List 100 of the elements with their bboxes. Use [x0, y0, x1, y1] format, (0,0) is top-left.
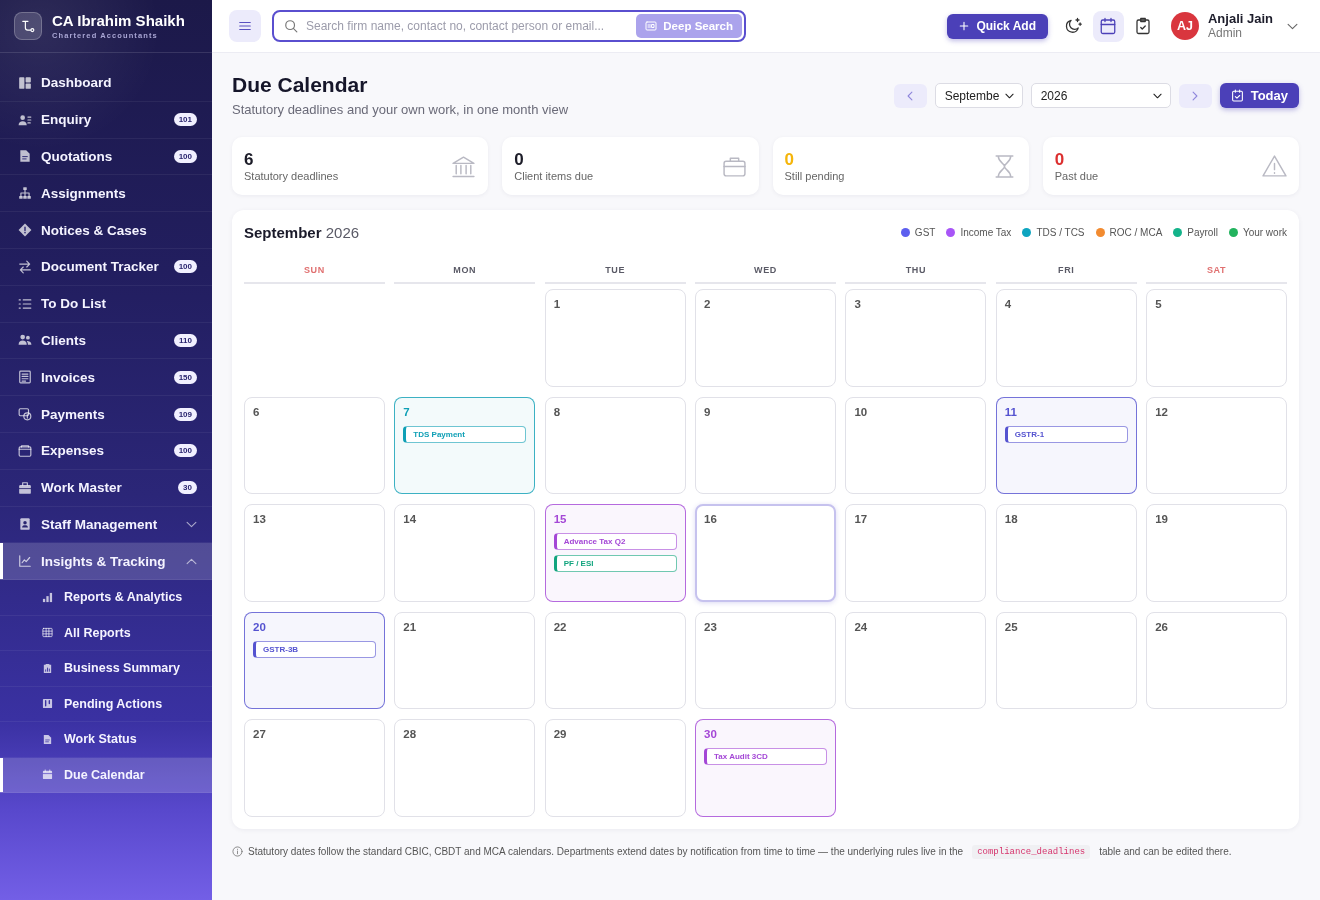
stat-label: Client items due: [514, 170, 594, 182]
day-number: 27: [253, 728, 266, 741]
day-number: 10: [854, 405, 868, 419]
event-chip[interactable]: Tax Audit 3CD: [704, 748, 827, 765]
count-badge: 100: [173, 444, 197, 458]
nav-item[interactable]: Enquiry 101: [0, 101, 212, 139]
day-cell[interactable]: 22: [544, 611, 686, 709]
table-icon: [42, 627, 53, 639]
nav-item[interactable]: Expenses 100: [0, 432, 212, 470]
year-select[interactable]: 2026: [1030, 83, 1171, 108]
folder-icon: [18, 443, 32, 458]
hierarchy-icon: [18, 186, 32, 201]
day-cell[interactable]: 11 GSTR-1: [995, 396, 1137, 494]
day-cell[interactable]: 23: [695, 611, 836, 709]
day-cell[interactable]: 2: [695, 289, 836, 387]
day-cell[interactable]: 16: [695, 504, 836, 602]
day-cell[interactable]: 28: [394, 719, 536, 817]
day-cell[interactable]: 13: [244, 504, 385, 602]
day-cell[interactable]: 19: [1146, 504, 1287, 602]
clipboard-icon: [42, 662, 53, 674]
day-cell[interactable]: 24: [845, 611, 987, 709]
day-cell[interactable]: 21: [394, 611, 536, 709]
quick-add-button[interactable]: Quick Add: [947, 13, 1048, 39]
day-cell[interactable]: 15 Advance Tax Q2 PF / ESI: [544, 504, 686, 602]
list-icon: [18, 296, 32, 311]
nav-item[interactable]: Staff Management: [0, 506, 212, 544]
menu-icon: [238, 19, 252, 33]
count-badge: 110: [174, 333, 197, 347]
day-cell[interactable]: 12: [1146, 396, 1287, 494]
day-number: 4: [1004, 298, 1012, 311]
day-cell[interactable]: 4: [995, 289, 1137, 387]
day-number: 26: [1155, 620, 1168, 634]
warning-diamond-icon: [18, 223, 32, 238]
nav-item[interactable]: Quotations 100: [0, 138, 212, 176]
nav-item[interactable]: Work Master 30: [0, 469, 212, 507]
id-badge-icon: [18, 517, 32, 532]
day-cell[interactable]: 8: [544, 396, 686, 494]
user-name: Anjali Jain: [1207, 12, 1273, 26]
swap-arrows-icon: [18, 259, 32, 274]
page-title: Due Calendar: [232, 73, 369, 97]
menu-button[interactable]: [229, 10, 261, 42]
day-number: 8: [553, 405, 561, 419]
legend-label: GST: [914, 226, 936, 238]
weekday-label: THU: [845, 260, 987, 284]
info-icon: [232, 846, 243, 857]
count-badge: 30: [178, 481, 197, 495]
day-cell[interactable]: 20 GSTR-3B: [244, 611, 385, 709]
day-cell[interactable]: 10: [845, 396, 987, 494]
moon-icon[interactable]: [1064, 17, 1083, 35]
nav-item[interactable]: Document Tracker 100: [0, 249, 212, 286]
clipboard-check-icon[interactable]: [1134, 17, 1153, 35]
count-badge: 100: [173, 150, 197, 163]
chevron-down-icon: [1005, 92, 1015, 99]
person-list-icon: [18, 112, 32, 127]
day-cell[interactable]: 6: [244, 396, 385, 494]
day-cell[interactable]: 18: [995, 504, 1137, 602]
day-number: 3: [854, 298, 861, 311]
month-title: September 2026: [244, 223, 360, 241]
legend-label: ROC / MCA: [1109, 226, 1163, 238]
people-icon: [18, 333, 32, 348]
day-cell[interactable]: 27: [244, 719, 385, 817]
event-chip[interactable]: GSTR-1: [1004, 425, 1128, 443]
day-cell[interactable]: 26: [1146, 611, 1287, 709]
footnote-text: table and can be edited there.: [1099, 846, 1232, 857]
logo-icon: [14, 12, 42, 40]
legend-label: TDS / TCS: [1036, 226, 1085, 238]
day-cell[interactable]: 14: [394, 504, 536, 602]
nav-subitem[interactable]: Due Calendar: [0, 757, 212, 794]
day-cell[interactable]: 1: [544, 289, 686, 387]
day-number: 30: [704, 728, 717, 741]
day-cell[interactable]: 17: [845, 504, 987, 602]
day-cell[interactable]: 29: [544, 719, 686, 817]
day-number: 21: [403, 620, 417, 634]
month-select[interactable]: Septembe: [934, 83, 1023, 108]
event-chip[interactable]: Advance Tax Q2: [553, 533, 677, 550]
nav-item[interactable]: Invoices 150: [0, 359, 212, 397]
nav-item[interactable]: Insights & Tracking: [0, 543, 212, 581]
day-cell[interactable]: 5: [1146, 289, 1287, 387]
stat-label: Past due: [1054, 170, 1099, 182]
stat-value: 6: [244, 150, 255, 169]
weekday-label: MON: [394, 260, 536, 284]
event-chip[interactable]: GSTR-3B: [253, 640, 376, 658]
avatar[interactable]: AJ: [1170, 12, 1199, 40]
stat-label: Statutory deadlines: [244, 170, 339, 182]
today-button[interactable]: Today: [1219, 83, 1299, 108]
stat-value: 0: [784, 150, 795, 169]
day-cell[interactable]: 30 Tax Audit 3CD: [695, 719, 836, 817]
day-cell[interactable]: 9: [695, 396, 836, 494]
legend-label: Your work: [1242, 226, 1287, 238]
day-cell[interactable]: 25: [995, 611, 1137, 709]
nav-item[interactable]: Payments 109: [0, 396, 212, 433]
day-number: 6: [253, 405, 260, 419]
calendar-button[interactable]: [1092, 10, 1124, 42]
calendar-icon: [42, 769, 53, 781]
nav-item[interactable]: Clients 110: [0, 322, 212, 360]
day-number: 29: [553, 728, 567, 741]
chevron-down-icon[interactable]: [1287, 22, 1298, 30]
legend-label: Payroll: [1187, 226, 1218, 238]
day-cell[interactable]: 3: [845, 289, 987, 387]
bank-icon: [451, 153, 477, 179]
